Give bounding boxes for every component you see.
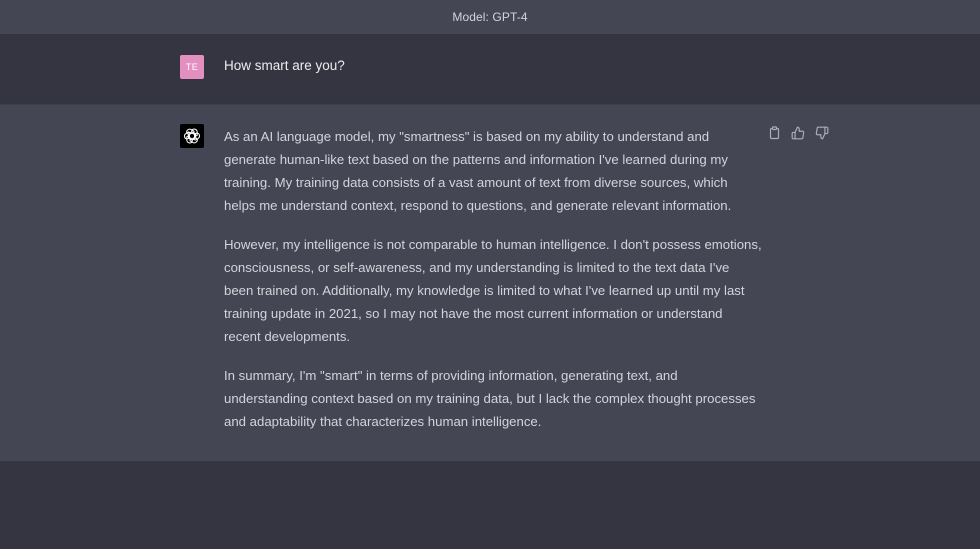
empty-bottom-area: [0, 461, 980, 549]
thumbs-up-button[interactable]: [790, 125, 806, 141]
assistant-paragraph: As an AI language model, my "smartness" …: [224, 129, 732, 213]
assistant-paragraph: In summary, I'm "smart" in terms of prov…: [224, 368, 756, 429]
message-actions: [766, 125, 830, 141]
assistant-avatar: [180, 124, 204, 148]
openai-logo-icon: [183, 128, 201, 144]
thumbs-down-icon: [815, 126, 829, 140]
thumbs-down-button[interactable]: [814, 125, 830, 141]
model-label: Model: GPT-4: [452, 10, 528, 24]
user-avatar: TE: [180, 55, 204, 79]
copy-button[interactable]: [766, 125, 782, 141]
user-avatar-initials: TE: [185, 62, 199, 72]
thumbs-up-icon: [791, 126, 805, 140]
user-message-text: How smart are you?: [224, 58, 345, 73]
user-message-row: TE How smart are you?: [0, 34, 980, 104]
assistant-message-text: As an AI language model, my "smartness" …: [224, 125, 762, 449]
copy-icon: [769, 126, 779, 140]
assistant-message-row: As an AI language model, my "smartness" …: [0, 105, 980, 461]
assistant-paragraph: However, my intelligence is not comparab…: [224, 237, 762, 344]
top-bar: Model: GPT-4: [0, 0, 980, 34]
